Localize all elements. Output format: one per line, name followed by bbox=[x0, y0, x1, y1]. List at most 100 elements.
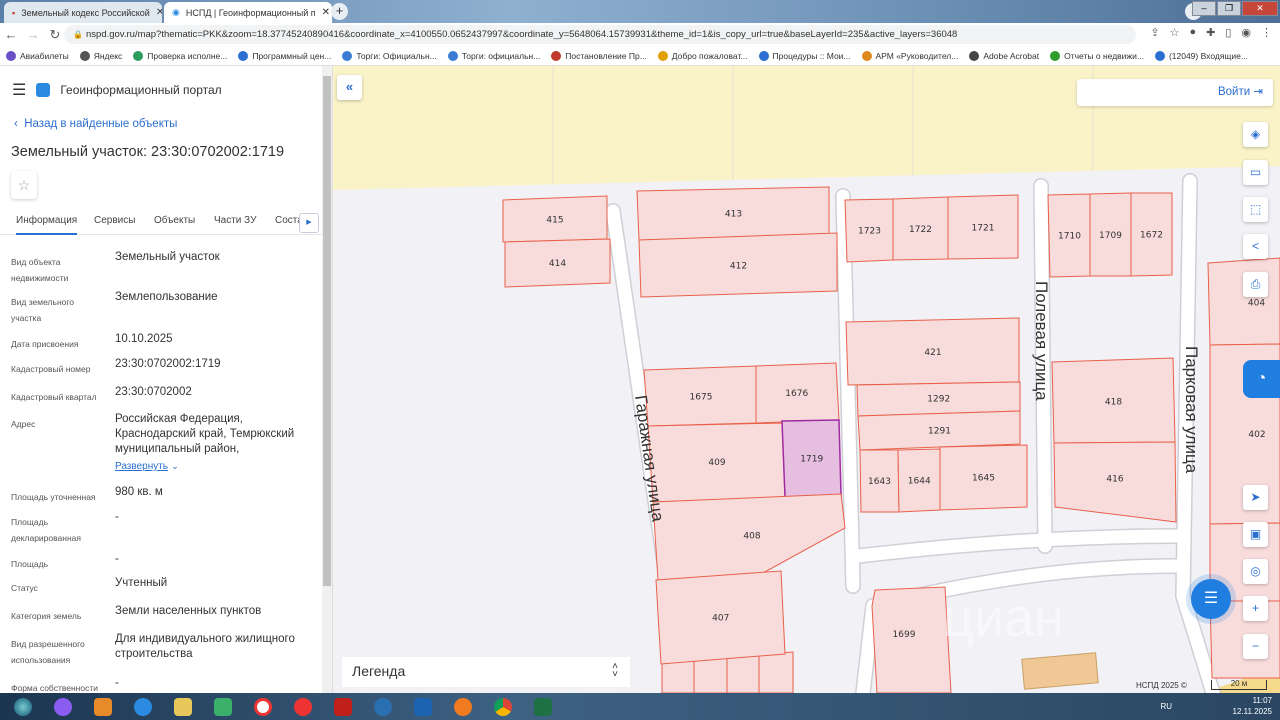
bookmark-label: Adobe Acrobat bbox=[983, 50, 1040, 61]
profile-icon[interactable]: ◉ bbox=[1241, 26, 1251, 39]
tabs-scroll-right-button[interactable]: ▶ bbox=[299, 213, 319, 233]
chrome-icon[interactable] bbox=[484, 694, 522, 719]
watermark: циан bbox=[943, 588, 1064, 648]
bookmark-item[interactable]: Торги: Официальн... bbox=[342, 50, 437, 61]
parcel[interactable] bbox=[661, 660, 695, 693]
geo-search-button[interactable]: ◎ bbox=[1243, 559, 1268, 584]
menu-icon[interactable]: ⋮ bbox=[1261, 26, 1272, 39]
login-button[interactable]: Войти ⇥ bbox=[1077, 79, 1273, 106]
bookmark-item[interactable]: Авиабилеты bbox=[6, 50, 69, 61]
firefox-icon[interactable] bbox=[444, 694, 482, 719]
menu-icon[interactable]: ☰ bbox=[12, 80, 26, 100]
field-label: Вид земельного участка bbox=[11, 297, 75, 323]
bookmark-item[interactable]: Постановление Пр... bbox=[551, 50, 647, 61]
app-icon[interactable] bbox=[204, 694, 242, 719]
chat-button[interactable]: ☰ bbox=[1191, 579, 1231, 619]
alice-icon[interactable] bbox=[44, 694, 82, 719]
bookmark-item[interactable]: (12049) Входящие... bbox=[1154, 50, 1248, 61]
share-button[interactable]: < bbox=[1243, 234, 1268, 259]
close-tab-icon[interactable]: ✕ bbox=[156, 7, 162, 18]
locate-button[interactable]: ➤ bbox=[1243, 485, 1268, 510]
start-button[interactable] bbox=[4, 694, 42, 719]
bookmark-item[interactable]: Отчеты о недвижи... bbox=[1050, 50, 1144, 61]
bookmark-icon bbox=[238, 50, 249, 61]
favorite-star-button[interactable]: ☆ bbox=[11, 171, 37, 199]
tab-parts[interactable]: Части ЗУ bbox=[214, 215, 256, 226]
parcel-label: 412 bbox=[730, 261, 747, 271]
parcel[interactable] bbox=[758, 651, 794, 693]
expand-address-link[interactable]: Развернуть bbox=[115, 461, 168, 472]
map-view[interactable]: 415 414 413 412 1723 1722 1721 1710 1709 1672 404 4… bbox=[333, 66, 1280, 693]
reload-icon[interactable]: ↻ bbox=[44, 27, 66, 43]
minimap-button[interactable]: ▣ bbox=[1243, 522, 1268, 547]
bookmark-item[interactable]: Процедуры :: Мои... bbox=[758, 50, 851, 61]
share-icon[interactable]: ⇪ bbox=[1150, 26, 1159, 39]
layers-button[interactable]: ◈ bbox=[1243, 122, 1268, 147]
ie-icon[interactable] bbox=[124, 694, 162, 719]
acrobat-icon[interactable] bbox=[324, 694, 362, 719]
parcel[interactable] bbox=[726, 654, 760, 693]
back-label: Назад в найденные объекты bbox=[24, 118, 178, 130]
bookmark-star-icon[interactable]: ☆ bbox=[1170, 26, 1180, 39]
bookmark-item[interactable]: Программный цен... bbox=[238, 50, 331, 61]
yandex-browser-icon[interactable] bbox=[244, 694, 282, 719]
promo-widget-button[interactable]: ◔ bbox=[1243, 360, 1280, 398]
extension-icon[interactable]: ● bbox=[1189, 26, 1196, 39]
puzzle-icon[interactable]: ✚ bbox=[1206, 26, 1215, 39]
zoom-out-button[interactable]: − bbox=[1243, 634, 1268, 659]
media-player-icon[interactable] bbox=[84, 694, 122, 719]
bookmark-label: АРМ «Руководител... bbox=[875, 50, 959, 61]
bookmark-item[interactable]: Проверка исполне... bbox=[133, 50, 227, 61]
bookmark-icon bbox=[758, 50, 769, 61]
back-to-results-link[interactable]: ‹ Назад в найденные объекты bbox=[14, 118, 177, 130]
bookmark-icon bbox=[1154, 50, 1165, 61]
sidepanel-icon[interactable]: ▯ bbox=[1225, 26, 1231, 39]
close-tab-icon[interactable]: ✕ bbox=[322, 7, 330, 18]
url-input[interactable]: 🔒 nspd.gov.ru/map?thematic=PKK&zoom=18.37… bbox=[64, 25, 1136, 44]
language-indicator[interactable]: RU bbox=[1160, 701, 1172, 712]
excel-icon[interactable] bbox=[524, 694, 562, 719]
bookmark-item[interactable]: Яндекс bbox=[79, 50, 122, 61]
explorer-icon[interactable] bbox=[164, 694, 202, 719]
field-label: Категория земель bbox=[11, 611, 82, 621]
scrollbar-thumb[interactable] bbox=[323, 76, 331, 586]
field-label: Вид объекта недвижимости bbox=[11, 257, 69, 283]
area-select-button[interactable]: ⬚ bbox=[1243, 197, 1268, 222]
parcel[interactable] bbox=[693, 657, 728, 693]
yandex-icon[interactable] bbox=[284, 694, 322, 719]
zoom-in-button[interactable]: + bbox=[1243, 596, 1268, 621]
bookmark-item[interactable]: Торги: официальн... bbox=[447, 50, 540, 61]
bookmark-item[interactable]: Добро пожаловат... bbox=[657, 50, 748, 61]
map-canvas[interactable]: 415 414 413 412 1723 1722 1721 1710 1709 1672 404 4… bbox=[333, 66, 1280, 693]
parcel[interactable] bbox=[871, 586, 952, 693]
parcel-label: 1710 bbox=[1058, 232, 1081, 242]
parcel-label: 414 bbox=[549, 259, 566, 269]
ruler-icon: ▭ bbox=[1249, 165, 1262, 179]
gosuslugi-icon[interactable] bbox=[364, 694, 402, 719]
new-tab-button[interactable]: + bbox=[331, 3, 348, 20]
tab-services[interactable]: Сервисы bbox=[94, 215, 135, 226]
tab-information[interactable]: Информация bbox=[16, 215, 78, 235]
panel-scrollbar[interactable] bbox=[322, 66, 332, 693]
clock-time[interactable]: 11:07 bbox=[1233, 695, 1272, 706]
bookmark-item[interactable]: АРМ «Руководител... bbox=[861, 50, 959, 61]
ruler-button[interactable]: ▭ bbox=[1243, 160, 1268, 185]
minimize-button[interactable]: – bbox=[1192, 1, 1216, 16]
maximize-button[interactable]: ❐ bbox=[1217, 1, 1241, 16]
forward-icon[interactable]: → bbox=[22, 27, 44, 42]
clock-date[interactable]: 12.11.2025 bbox=[1233, 706, 1272, 717]
parcel-label: 404 bbox=[1248, 299, 1265, 309]
back-icon[interactable]: ← bbox=[0, 27, 22, 42]
bookmark-label: Отчеты о недвижи... bbox=[1064, 50, 1144, 61]
browser-tab-active[interactable]: ◉ НСПД | Геоинформационный п ✕ bbox=[164, 2, 332, 23]
collapse-panel-button[interactable]: « bbox=[337, 75, 362, 100]
outlook-icon[interactable] bbox=[404, 694, 442, 719]
legend-toggle[interactable]: Легенда ˄ ˅ bbox=[342, 657, 630, 687]
tab-objects[interactable]: Объекты bbox=[154, 215, 195, 226]
print-button[interactable]: ⎙ bbox=[1243, 272, 1268, 297]
window-close-button[interactable]: ✕ bbox=[1242, 1, 1278, 16]
bookmark-item[interactable]: Adobe Acrobat bbox=[969, 50, 1040, 61]
chevron-down-icon: ⌄ bbox=[171, 461, 179, 471]
parcel[interactable] bbox=[1207, 257, 1280, 346]
browser-tab[interactable]: ▪ Земельный кодекс Российской ✕ bbox=[4, 2, 162, 23]
